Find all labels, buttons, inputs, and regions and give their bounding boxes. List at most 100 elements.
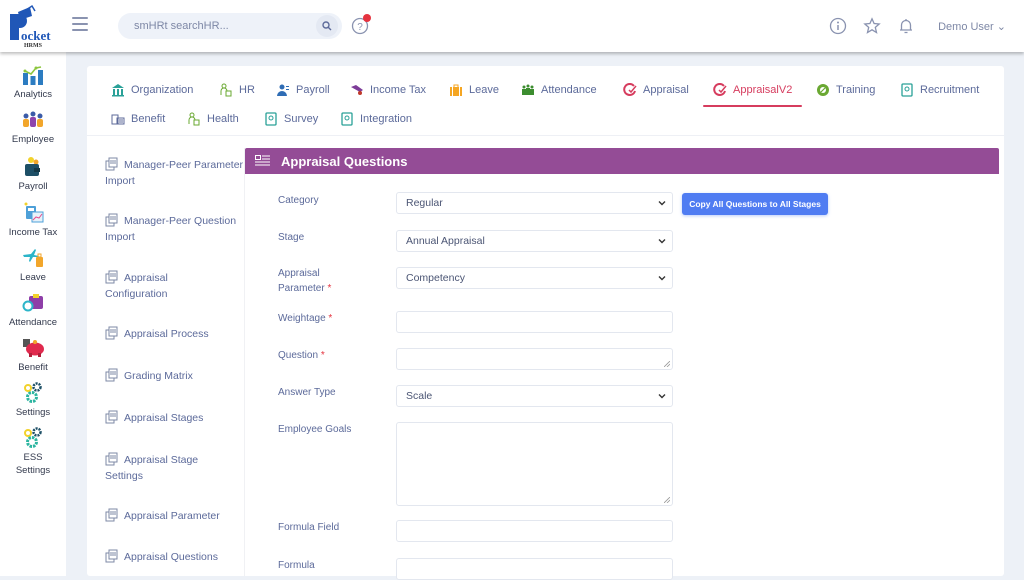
employee-goals-textarea[interactable] [396, 422, 673, 506]
sidebar-item-settings[interactable]: Settings [0, 382, 66, 419]
sidebar-item-income-tax[interactable]: Income Tax [0, 202, 66, 239]
chevron-down-icon [658, 276, 666, 281]
tab-appraisal[interactable]: Appraisal [623, 79, 689, 101]
label-text: Answer Type [278, 387, 336, 398]
employee-goals-label: Employee Goals [278, 422, 378, 437]
required-marker: * [327, 283, 332, 294]
subnav-appraisal-process[interactable]: Appraisal Process [105, 326, 245, 342]
select-value: Scale [406, 390, 433, 402]
appraisal-parameter-select[interactable]: Competency [396, 267, 673, 289]
training-icon [817, 84, 829, 96]
tab-label: Benefit [131, 113, 166, 125]
search-box [118, 13, 342, 39]
required-marker: * [328, 313, 333, 324]
payroll-icon [277, 84, 289, 96]
document-stack-icon [105, 213, 118, 227]
panel-title: Appraisal Questions [281, 153, 408, 169]
sidebar-label: Payroll [18, 181, 48, 192]
category-select[interactable]: Regular [396, 192, 673, 214]
svg-text:?: ? [357, 22, 363, 33]
category-label: Category [278, 193, 378, 208]
subnav-manager-peer-parameter-import[interactable]: Manager-Peer Parameter Import [105, 157, 245, 189]
hr-icon [220, 83, 232, 97]
sidebar-item-leave[interactable]: Leave [0, 247, 66, 284]
document-stack-icon [105, 410, 118, 424]
user-name: Demo User [938, 20, 994, 33]
tab-label: Organization [131, 84, 194, 96]
document-stack-icon [105, 452, 118, 466]
sidebar-item-employee[interactable]: Employee [0, 109, 66, 146]
subnav-grading-matrix[interactable]: Grading Matrix [105, 368, 245, 384]
appraisal-icon [623, 83, 637, 96]
subnav-appraisal-questions[interactable]: Appraisal Questions [105, 549, 245, 565]
resize-handle-icon[interactable] [664, 497, 670, 503]
answer-type-select[interactable]: Scale [396, 385, 673, 407]
integration-icon [341, 112, 353, 126]
tab-training[interactable]: Training [816, 79, 875, 101]
subnav-manager-peer-question-import[interactable]: Manager-Peer Question Import [105, 213, 245, 245]
tab-hr[interactable]: HR [219, 79, 255, 101]
subnav-label: Grading Matrix [124, 370, 193, 382]
subnav-appraisal-configuration[interactable]: Appraisal Configuration [105, 270, 215, 302]
hamburger-menu-button[interactable] [72, 17, 88, 31]
info-icon[interactable] [828, 16, 848, 36]
subnav-appraisal-stage-settings[interactable]: Appraisal Stage Settings [105, 452, 217, 484]
label-text: Weightage [278, 313, 326, 324]
tab-recruitment[interactable]: Recruitment [900, 79, 979, 101]
header-actions: Demo User ⌄ [828, 16, 1006, 36]
question-label: Question * [278, 348, 378, 363]
sidebar-item-attendance[interactable]: Attendance [0, 292, 66, 329]
sidebar-item-payroll[interactable]: Payroll [0, 156, 66, 193]
tab-leave[interactable]: Leave [449, 79, 499, 101]
income-tax-icon [351, 85, 363, 95]
bell-icon[interactable] [896, 16, 916, 36]
tab-payroll[interactable]: Payroll [276, 79, 330, 101]
label-text: Question [278, 350, 319, 361]
leave-icon [23, 249, 43, 267]
search-icon[interactable] [316, 15, 338, 37]
stage-select[interactable]: Annual Appraisal [396, 230, 673, 252]
chevron-down-icon [658, 394, 666, 399]
sidebar-item-benefit[interactable]: Benefit [0, 337, 66, 374]
formula-input[interactable] [396, 558, 673, 580]
tab-label: Attendance [541, 84, 597, 96]
tab-health[interactable]: Health [187, 108, 239, 130]
tab-attendance[interactable]: Attendance [521, 79, 597, 101]
tab-label: HR [239, 84, 255, 96]
health-icon [188, 112, 200, 126]
tab-organization[interactable]: Organization [111, 79, 193, 101]
select-value: Annual Appraisal [406, 235, 485, 247]
tab-appraisalv2[interactable]: AppraisalV2 [703, 79, 803, 107]
attendance-icon [22, 294, 43, 312]
search-input[interactable] [118, 13, 308, 39]
subnav-appraisal-stages[interactable]: Appraisal Stages [105, 410, 245, 426]
tab-survey[interactable]: Survey [264, 108, 318, 130]
tab-integration[interactable]: Integration [340, 108, 412, 130]
active-tab-underline [703, 105, 803, 107]
document-stack-icon [105, 368, 118, 382]
formula-field-input[interactable] [396, 520, 673, 542]
benefit-icon [111, 114, 125, 125]
appraisal-parameter-label: Appraisal Parameter * [278, 266, 348, 296]
analytics-icon [23, 66, 43, 85]
label-text: Employee Goals [278, 424, 352, 435]
svg-text:ocket: ocket [21, 28, 51, 43]
tab-benefit[interactable]: Benefit [111, 108, 165, 130]
settings-icon [24, 382, 42, 403]
subnav-label: Appraisal Process [124, 328, 209, 340]
tab-label: Survey [284, 113, 319, 125]
weightage-input[interactable] [396, 311, 673, 333]
pocket-hrms-logo[interactable]: ocket HRMS [8, 4, 56, 49]
resize-handle-icon[interactable] [664, 361, 670, 367]
sidebar-item-analytics[interactable]: Analytics [0, 64, 66, 101]
copy-all-questions-button[interactable]: Copy All Questions to All Stages [682, 193, 828, 215]
subnav-label: Manager-Peer Parameter Import [105, 159, 244, 187]
sidebar-item-ess-settings[interactable]: ESS Settings [0, 427, 66, 477]
subnav-appraisal-parameter[interactable]: Appraisal Parameter [105, 508, 245, 524]
star-icon[interactable] [862, 16, 882, 36]
leave-icon [450, 84, 462, 96]
tab-income-tax[interactable]: Income Tax [350, 79, 426, 101]
user-menu[interactable]: Demo User ⌄ [938, 20, 1006, 33]
document-stack-icon [105, 157, 118, 171]
question-textarea[interactable] [396, 348, 673, 370]
